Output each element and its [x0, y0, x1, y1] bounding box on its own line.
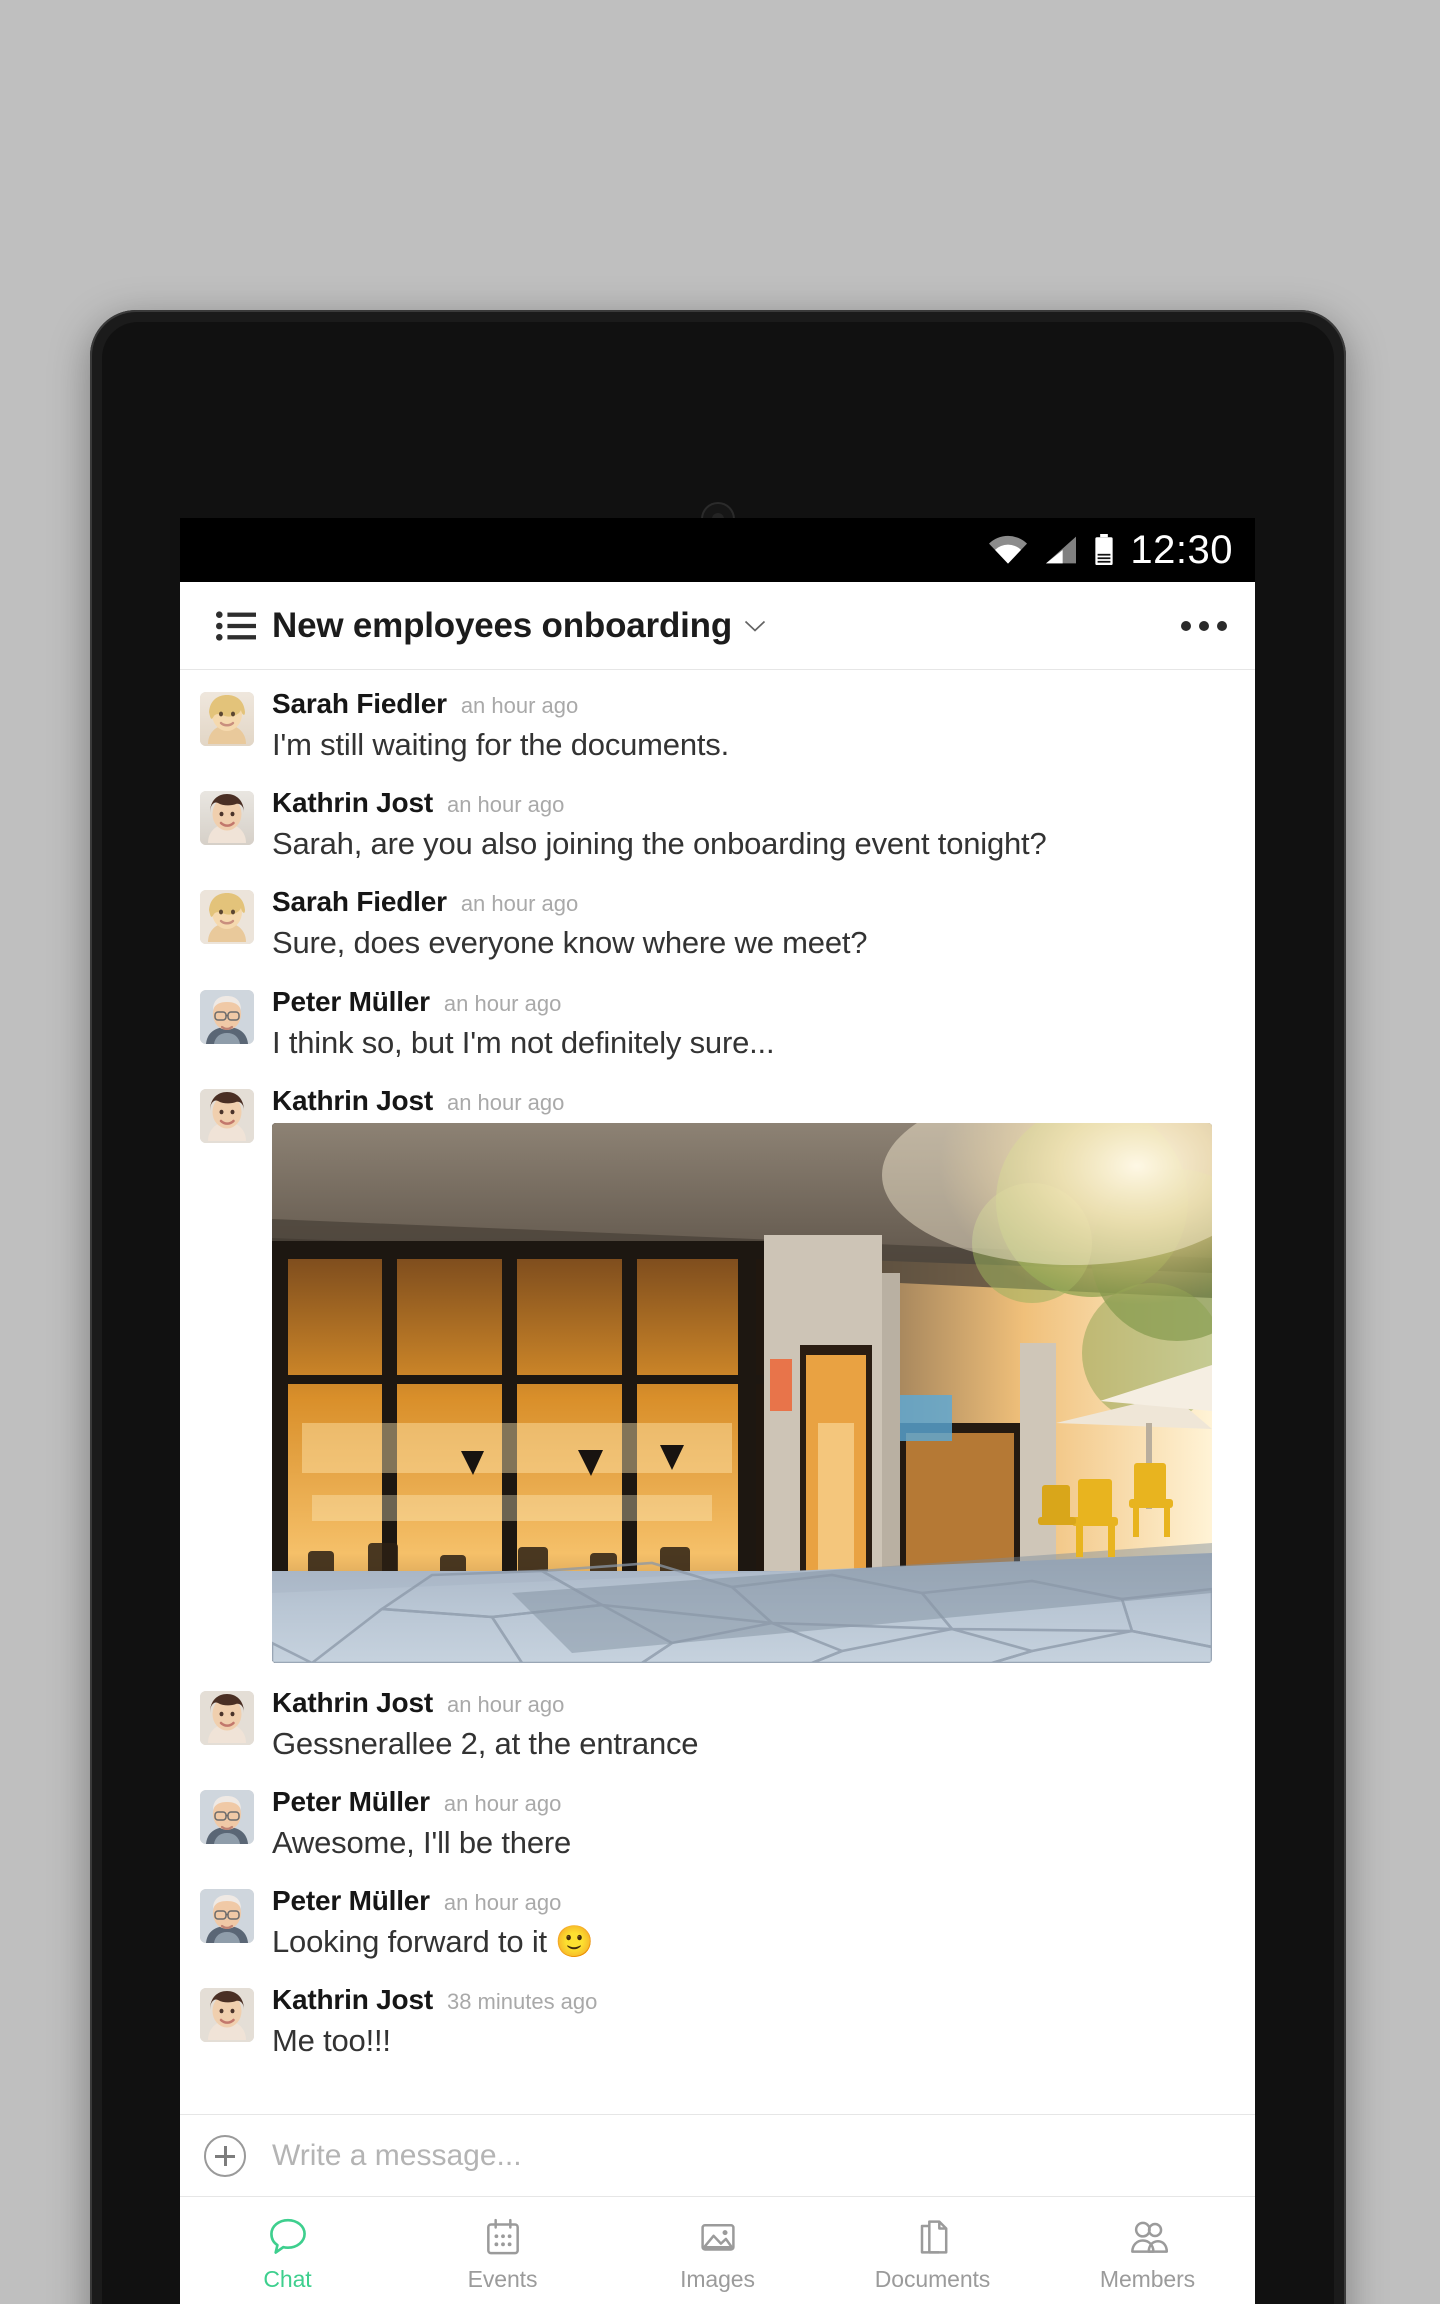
tab-chat[interactable]: Chat — [180, 2197, 395, 2304]
message-timestamp: an hour ago — [443, 990, 562, 1016]
tab-label: Documents — [874, 2265, 991, 2292]
message-author: Kathrin Jost — [272, 1084, 433, 1116]
dot — [1199, 620, 1209, 631]
image-icon — [696, 2215, 740, 2259]
wifi-icon — [988, 535, 1028, 565]
avatar — [200, 1690, 254, 1745]
tab-documents[interactable]: Documents — [825, 2197, 1040, 2304]
message-item[interactable]: Sarah Fiedler an hour ago Sure, does eve… — [180, 876, 1255, 975]
page-title: New employees onboarding — [272, 605, 733, 645]
avatar — [200, 1988, 254, 2043]
message-item[interactable]: Peter Müller an hour ago Looking forward… — [180, 1875, 1255, 1974]
avatar — [200, 890, 254, 945]
message-text: Sure, does everyone know where we meet? — [272, 925, 868, 961]
message-text: Me too!!! — [272, 2023, 391, 2059]
message-item[interactable]: Sarah Fiedler an hour ago I'm still wait… — [180, 678, 1255, 777]
message-list[interactable]: Sarah Fiedler an hour ago I'm still wait… — [180, 670, 1255, 2114]
message-timestamp: an hour ago — [446, 792, 565, 818]
message-author: Sarah Fiedler — [272, 886, 447, 918]
message-author: Kathrin Jost — [272, 787, 433, 819]
message-photo[interactable] — [272, 1122, 1212, 1663]
message-timestamp: an hour ago — [460, 891, 579, 917]
message-timestamp: an hour ago — [460, 693, 579, 718]
tab-images[interactable]: Images — [610, 2197, 825, 2304]
avatar — [200, 1088, 254, 1143]
documents-icon — [911, 2215, 955, 2259]
message-author: Peter Müller — [272, 1785, 430, 1817]
channel-list-button[interactable] — [200, 610, 272, 641]
more-options-icon[interactable] — [1161, 620, 1227, 631]
message-header: Peter Müller an hour ago — [272, 1885, 1231, 1917]
message-item[interactable]: Kathrin Jost an hour ago Sarah, are you … — [180, 777, 1255, 876]
message-timestamp: an hour ago — [446, 1691, 565, 1717]
avatar — [200, 1789, 254, 1844]
cellular-signal-icon — [1044, 535, 1078, 565]
avatar — [200, 1889, 254, 1944]
app-screen: 12:30 New employees onboarding Sarah Fie… — [180, 518, 1255, 2304]
bottom-tab-bar: Chat Events Images Documents Members — [180, 2196, 1255, 2304]
message-text: I'm still waiting for the documents. — [272, 727, 730, 762]
message-text: Gessnerallee 2, at the entrance — [272, 1725, 699, 1761]
tab-events[interactable]: Events — [395, 2197, 610, 2304]
message-input[interactable] — [272, 2138, 1231, 2173]
calendar-icon — [481, 2215, 525, 2259]
tab-label: Members — [1099, 2265, 1196, 2292]
avatar — [200, 989, 254, 1044]
app-header: New employees onboarding — [180, 582, 1255, 670]
battery-icon — [1094, 534, 1114, 566]
plus-circle-icon[interactable] — [204, 2134, 246, 2177]
tab-label: Images — [680, 2265, 755, 2292]
chevron-down-icon — [744, 619, 766, 633]
message-author: Kathrin Jost — [272, 1686, 433, 1718]
message-header: Sarah Fiedler an hour ago — [272, 688, 1231, 720]
message-header: Kathrin Jost an hour ago — [272, 787, 1231, 819]
avatar — [200, 791, 254, 846]
message-author: Peter Müller — [272, 1885, 430, 1917]
status-bar-clock: 12:30 — [1130, 527, 1233, 572]
message-item[interactable]: Peter Müller an hour ago Awesome, I'll b… — [180, 1776, 1255, 1875]
message-text: I think so, but I'm not definitely sure.… — [272, 1024, 775, 1060]
message-header: Kathrin Jost 38 minutes ago — [272, 1984, 1231, 2016]
message-header: Kathrin Jost an hour ago — [272, 1687, 1231, 1719]
tab-label: Events — [467, 2265, 538, 2292]
message-timestamp: 38 minutes ago — [446, 1989, 598, 2015]
message-text: Looking forward to it 🙂 — [272, 1924, 594, 1960]
message-timestamp: an hour ago — [443, 1790, 562, 1816]
message-header: Kathrin Jost an hour ago — [272, 1085, 1231, 1117]
members-icon — [1126, 2215, 1170, 2259]
channel-title-button[interactable]: New employees onboarding — [272, 606, 1161, 646]
message-timestamp: an hour ago — [446, 1089, 565, 1115]
message-text: Awesome, I'll be there — [272, 1824, 572, 1860]
message-item[interactable]: Peter Müller an hour ago I think so, but… — [180, 976, 1255, 1075]
message-author: Kathrin Jost — [272, 1984, 433, 2016]
message-composer — [180, 2114, 1255, 2196]
dot — [1217, 620, 1227, 631]
list-icon — [216, 610, 256, 641]
message-timestamp: an hour ago — [443, 1890, 562, 1916]
message-header: Peter Müller an hour ago — [272, 1786, 1231, 1818]
message-header: Peter Müller an hour ago — [272, 986, 1231, 1018]
avatar — [200, 692, 254, 746]
message-header: Sarah Fiedler an hour ago — [272, 886, 1231, 918]
message-item[interactable]: Kathrin Jost an hour ago Gessnerallee 2,… — [180, 1677, 1255, 1776]
tab-members[interactable]: Members — [1040, 2197, 1255, 2304]
message-author: Sarah Fiedler — [272, 688, 447, 719]
tab-label: Chat — [263, 2265, 312, 2292]
message-author: Peter Müller — [272, 985, 430, 1017]
chat-bubble-icon — [266, 2215, 310, 2259]
dot — [1181, 620, 1191, 631]
message-item-with-photo[interactable]: Kathrin Jost an hour ago — [180, 1075, 1255, 1677]
message-item[interactable]: Kathrin Jost 38 minutes ago Me too!!! — [180, 1974, 1255, 2073]
status-bar: 12:30 — [180, 518, 1255, 582]
message-text: Sarah, are you also joining the onboardi… — [272, 826, 1047, 862]
